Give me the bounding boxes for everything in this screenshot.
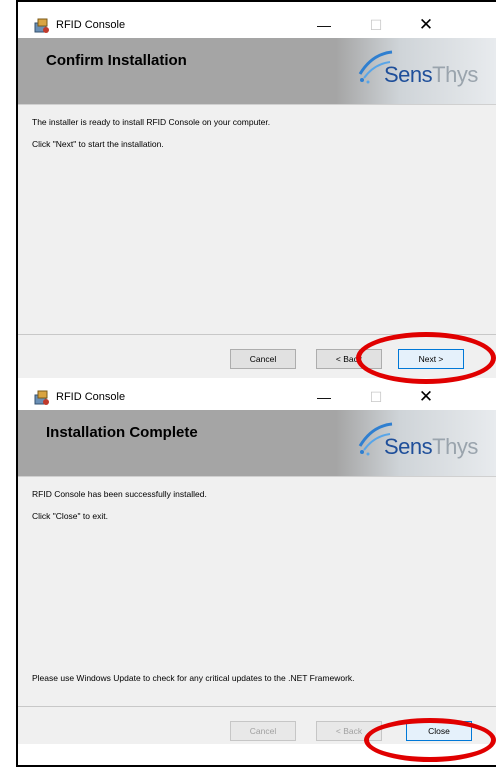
installer-body: RFID Console has been successfully insta… — [18, 476, 496, 706]
sensthys-logo: SensThys — [336, 410, 496, 476]
annotation-circle-close — [364, 718, 496, 762]
window-title: RFID Console — [56, 391, 126, 403]
installer-window-complete: RFID Console — ☐ ✕ Installation Complete… — [18, 386, 496, 744]
close-window-button[interactable]: ✕ — [406, 386, 446, 410]
page-title: Installation Complete — [46, 424, 198, 441]
installer-header: Confirm Installation SensThys — [18, 38, 496, 104]
logo-text: SensThys — [384, 62, 478, 87]
instruction-text: Click "Close" to exit. — [32, 511, 108, 521]
page-title: Confirm Installation — [46, 52, 187, 69]
minimize-button[interactable]: — — [304, 14, 344, 38]
installer-header: Installation Complete SensThys — [18, 410, 496, 476]
logo-text: SensThys — [384, 434, 478, 459]
installer-app-icon — [34, 390, 49, 405]
title-bar: RFID Console — ☐ ✕ — [18, 14, 496, 38]
maximize-button[interactable]: ☐ — [356, 386, 396, 410]
close-window-button[interactable]: ✕ — [406, 14, 446, 38]
cancel-button[interactable]: Cancel — [230, 349, 296, 369]
sensthys-logo: SensThys — [336, 38, 496, 104]
annotation-circle-next — [356, 332, 496, 384]
maximize-button[interactable]: ☐ — [356, 14, 396, 38]
update-notice-text: Please use Windows Update to check for a… — [32, 673, 355, 683]
installer-app-icon — [34, 18, 49, 33]
minimize-button[interactable]: — — [304, 386, 344, 410]
cancel-button[interactable]: Cancel — [230, 721, 296, 741]
title-bar: RFID Console — ☐ ✕ — [18, 386, 496, 410]
window-title: RFID Console — [56, 19, 126, 31]
info-text: The installer is ready to install RFID C… — [32, 117, 271, 127]
instruction-text: Click "Next" to start the installation. — [32, 139, 164, 149]
installer-window-confirm: RFID Console — ☐ ✕ Confirm Installation … — [18, 14, 496, 378]
success-text: RFID Console has been successfully insta… — [32, 489, 207, 499]
installer-body: The installer is ready to install RFID C… — [18, 104, 496, 334]
